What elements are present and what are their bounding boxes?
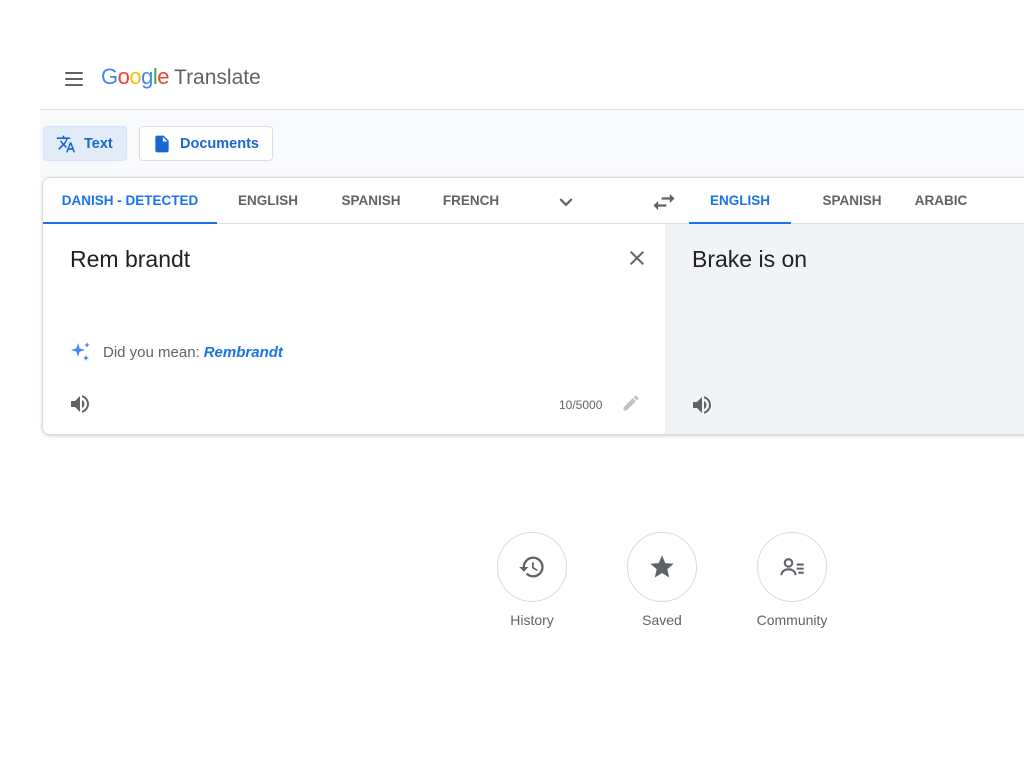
target-panel: Brake is on <box>665 224 1024 434</box>
close-icon[interactable] <box>625 246 649 270</box>
speaker-icon[interactable] <box>690 393 714 417</box>
logo-letter: g <box>141 64 153 89</box>
pencil-icon[interactable] <box>621 393 641 413</box>
mode-bar: Text Documents <box>40 110 1024 178</box>
history-label: History <box>510 612 554 628</box>
logo-letter: e <box>157 64 170 89</box>
did-you-mean: Did you mean: Rembrandt <box>69 340 283 364</box>
text-mode-label: Text <box>84 135 113 152</box>
app-header: Google Translate <box>0 0 1024 110</box>
community-circle <box>757 532 827 602</box>
target-lang-tab-spanish[interactable]: SPANISH <box>809 178 895 224</box>
sparkle-icon <box>69 340 93 364</box>
community-icon <box>780 558 804 576</box>
speaker-icon[interactable] <box>68 392 92 416</box>
saved-button[interactable]: Saved <box>617 532 707 628</box>
swap-languages-icon[interactable] <box>650 188 678 216</box>
translation-output: Brake is on <box>692 246 808 272</box>
logo-letter: o <box>117 64 130 89</box>
translate-icon <box>56 134 76 154</box>
text-mode-button[interactable]: Text <box>43 126 127 161</box>
saved-label: Saved <box>642 612 682 628</box>
community-button[interactable]: Community <box>747 532 837 628</box>
source-lang-tab-detected[interactable]: DANISH - DETECTED <box>43 178 217 225</box>
suggestion-prefix: Did you mean: <box>103 343 200 361</box>
saved-circle <box>627 532 697 602</box>
source-lang-tab-french[interactable]: FRENCH <box>435 178 507 224</box>
translate-page: Google Translate Text Documents DANISH -… <box>0 0 1024 768</box>
chevron-down-icon[interactable] <box>553 189 579 215</box>
history-button[interactable]: History <box>487 532 577 628</box>
target-lang-tab-arabic[interactable]: ARABIC <box>913 178 969 224</box>
source-panel: Rem brandt Did you mean: Rembrandt 10/50… <box>43 224 665 434</box>
source-text-input[interactable]: Rem brandt <box>70 246 190 273</box>
source-lang-tab-english[interactable]: ENGLISH <box>231 178 305 224</box>
logo-letter: G <box>101 64 118 89</box>
logo-letter: o <box>129 64 142 89</box>
google-translate-logo[interactable]: Google Translate <box>101 64 261 94</box>
target-lang-tab-english[interactable]: ENGLISH <box>689 178 791 225</box>
documents-mode-label: Documents <box>180 135 259 152</box>
character-count: 10/5000 <box>559 398 603 412</box>
product-name: Translate <box>174 66 261 89</box>
community-label: Community <box>756 612 828 628</box>
document-icon <box>152 134 172 154</box>
source-lang-tab-spanish[interactable]: SPANISH <box>331 178 411 224</box>
history-icon <box>519 556 544 578</box>
star-icon <box>650 555 674 578</box>
documents-mode-button[interactable]: Documents <box>139 126 273 161</box>
history-circle <box>497 532 567 602</box>
menu-icon[interactable] <box>56 62 92 96</box>
suggestion-link[interactable]: Rembrandt <box>204 344 283 361</box>
language-bar: DANISH - DETECTED ENGLISH SPANISH FRENCH… <box>43 178 1024 225</box>
translation-card: DANISH - DETECTED ENGLISH SPANISH FRENCH… <box>42 177 1024 435</box>
